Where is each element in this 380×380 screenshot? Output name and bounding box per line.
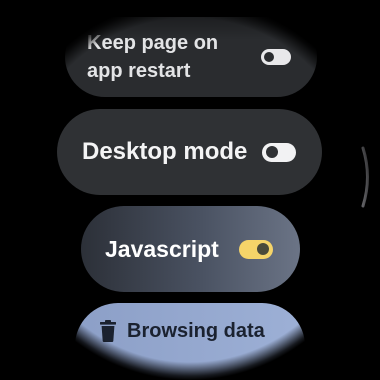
- desktop-mode-toggle[interactable]: [262, 142, 296, 162]
- setting-label: Browsing data: [127, 319, 265, 342]
- setting-label: Keep page on app restart: [87, 29, 247, 85]
- setting-label: Desktop mode: [82, 138, 248, 165]
- setting-label-line: app restart: [87, 60, 191, 82]
- setting-keep-page-on-app-restart[interactable]: Keep page on app restart: [65, 17, 317, 97]
- setting-javascript[interactable]: Javascript: [81, 206, 300, 292]
- keep-page-toggle[interactable]: [261, 49, 291, 65]
- setting-label-line: Keep page on: [87, 32, 219, 54]
- scroll-indicator: [361, 146, 369, 208]
- toggle-knob: [264, 52, 274, 62]
- setting-label: Javascript: [105, 235, 219, 262]
- toggle-knob: [257, 243, 269, 255]
- setting-desktop-mode[interactable]: Desktop mode: [57, 109, 322, 195]
- toggle-knob: [266, 146, 278, 158]
- browsing-data-button[interactable]: Browsing data: [75, 303, 305, 380]
- javascript-toggle[interactable]: [239, 239, 273, 259]
- trash-icon: [100, 320, 116, 342]
- watch-screen: Keep page on app restart Desktop mode Ja…: [0, 0, 380, 380]
